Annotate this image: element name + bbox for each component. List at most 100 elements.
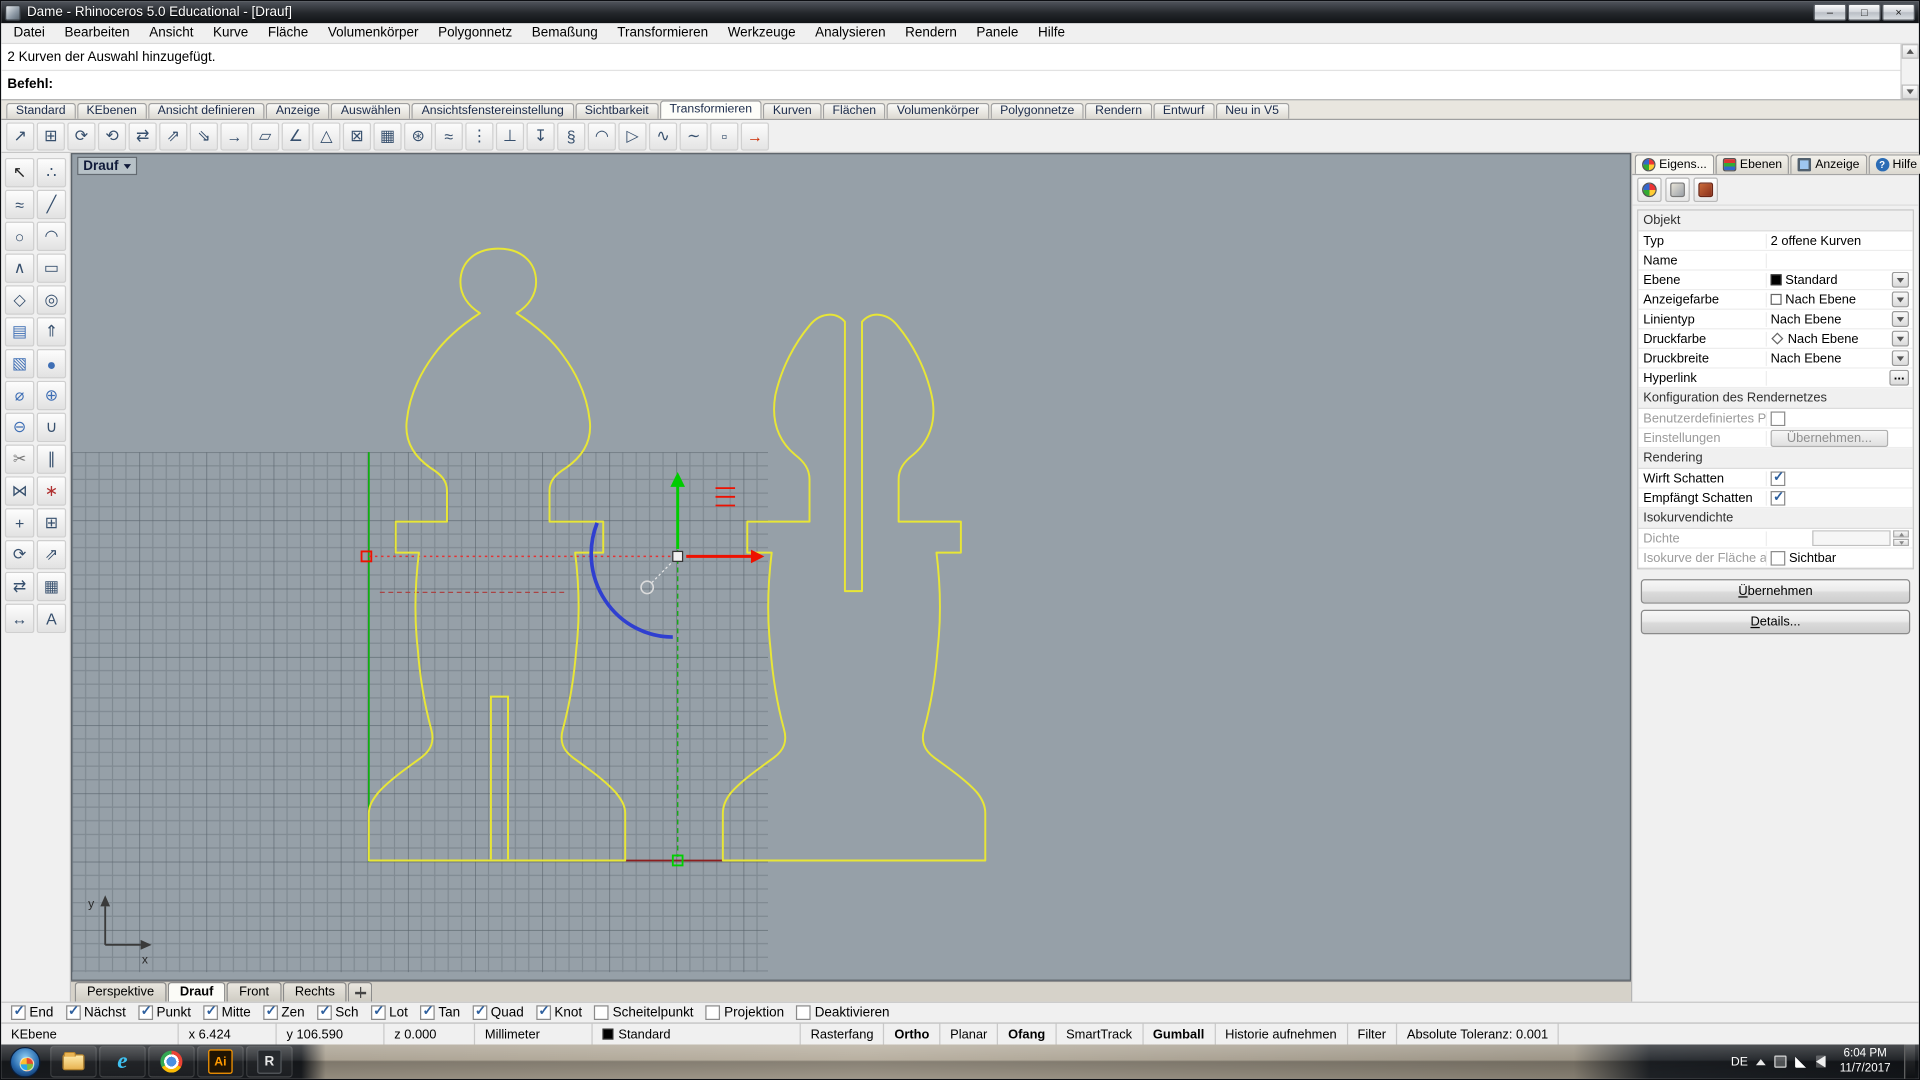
osnap-checkbox[interactable]	[66, 1005, 81, 1020]
language-indicator[interactable]: DE	[1731, 1055, 1748, 1068]
rotate-3d-icon[interactable]: ⟲	[98, 122, 126, 150]
mirror-icon[interactable]: ⇄	[5, 572, 34, 601]
boolean-union-icon[interactable]: ⊕	[37, 381, 66, 410]
uebernehmen-button[interactable]: Übernehmen	[1641, 579, 1910, 603]
toolbar-tab[interactable]: Auswählen	[331, 103, 410, 119]
shear-icon[interactable]: ▱	[251, 122, 279, 150]
new-viewport-button[interactable]	[348, 982, 372, 1002]
maximize-button[interactable]: □	[1848, 4, 1881, 21]
viewport-menu-icon[interactable]	[123, 163, 130, 168]
scale-2d-icon[interactable]: ⇘	[190, 122, 218, 150]
casts-shadows-checkbox[interactable]	[1771, 471, 1786, 486]
array-curve-icon[interactable]: ≈	[435, 122, 463, 150]
custom-mesh-checkbox[interactable]	[1771, 411, 1786, 426]
panel-tab[interactable]: Anzeige	[1791, 154, 1867, 174]
osnap-checkbox[interactable]	[594, 1005, 609, 1020]
start-button[interactable]	[10, 1046, 41, 1077]
menu-item[interactable]: Polygonnetz	[428, 24, 522, 41]
arc-icon[interactable]: ◠	[37, 222, 66, 251]
density-input[interactable]	[1812, 530, 1890, 546]
join-icon[interactable]: ⋈	[5, 476, 34, 505]
statusbar-pane[interactable]: Ortho	[885, 1024, 941, 1045]
statusbar-pane[interactable]: KEbene	[1, 1024, 179, 1045]
osnap-checkbox[interactable]	[371, 1005, 386, 1020]
density-stepper[interactable]	[1893, 530, 1909, 546]
statusbar-pane[interactable]: x 6.424	[179, 1024, 277, 1045]
surface-icon[interactable]: ▤	[5, 317, 34, 346]
menu-item[interactable]: Ansicht	[139, 24, 203, 41]
polyline-icon[interactable]: ∧	[5, 253, 34, 282]
viewport-tab[interactable]: Rechts	[283, 982, 348, 1002]
osnap-item[interactable]: Zen	[263, 1005, 305, 1020]
toolbar-tab[interactable]: Rendern	[1085, 103, 1152, 119]
extrude-icon[interactable]: ⇑	[37, 317, 66, 346]
volume-icon[interactable]	[1816, 1056, 1826, 1068]
statusbar-pane[interactable]: Millimeter	[475, 1024, 593, 1045]
osnap-item[interactable]: Tan	[420, 1005, 460, 1020]
toolbar-tab[interactable]: Entwurf	[1153, 103, 1214, 119]
statusbar-pane[interactable]: Standard	[593, 1024, 801, 1045]
array-icon[interactable]: ▦	[37, 572, 66, 601]
toolbar-tab[interactable]: Ansicht definieren	[148, 103, 265, 119]
menu-item[interactable]: Fläche	[258, 24, 318, 41]
toolbar-tab[interactable]: Ansichtsfenstereinstellung	[412, 103, 574, 119]
statusbar-pane[interactable]: Filter	[1348, 1024, 1397, 1045]
explode-icon[interactable]: ∗	[37, 476, 66, 505]
osnap-item[interactable]: Nächst	[66, 1005, 126, 1020]
statusbar-pane[interactable]: y 106.590	[277, 1024, 385, 1045]
minimize-button[interactable]: –	[1813, 4, 1846, 21]
chrome-icon[interactable]	[148, 1046, 195, 1078]
toolbar-tab[interactable]: KEbenen	[77, 103, 147, 119]
orient-icon[interactable]: ∠	[282, 122, 310, 150]
copy-icon[interactable]: ⊞	[37, 508, 66, 537]
scroll-down-icon[interactable]	[1902, 84, 1919, 99]
orient-surface-icon[interactable]: △	[312, 122, 340, 150]
osnap-item[interactable]: Deaktivieren	[796, 1005, 889, 1020]
pull-icon[interactable]: ↧	[527, 122, 555, 150]
sketch-icon[interactable]: ╱	[37, 190, 66, 219]
rotate-icon[interactable]: ⟳	[5, 540, 34, 569]
statusbar-pane[interactable]: SmartTrack	[1056, 1024, 1143, 1045]
statusbar-pane[interactable]: Absolute Toleranz: 0.001	[1397, 1024, 1559, 1045]
menu-item[interactable]: Transformieren	[608, 24, 718, 41]
menu-item[interactable]: Volumenkörper	[318, 24, 428, 41]
osnap-item[interactable]: Mitte	[203, 1005, 251, 1020]
toolbar-tab[interactable]: Flächen	[823, 103, 886, 119]
dropdown-icon[interactable]	[1892, 291, 1909, 307]
osnap-item[interactable]: Scheitelpunkt	[594, 1005, 693, 1020]
set-points-icon[interactable]: ⋮	[465, 122, 493, 150]
toolbar-tab[interactable]: Anzeige	[266, 103, 330, 119]
print-width-dropdown[interactable]: Nach Ebene	[1767, 350, 1913, 366]
command-prompt[interactable]: Befehl:	[1, 71, 1900, 99]
show-desktop-button[interactable]	[1904, 1044, 1915, 1078]
flow-icon[interactable]: ∿	[649, 122, 677, 150]
texture-mapping-icon[interactable]	[1693, 178, 1717, 202]
osnap-checkbox[interactable]	[706, 1005, 721, 1020]
sphere-icon[interactable]: ●	[37, 349, 66, 378]
rotate-icon[interactable]: ⟳	[67, 122, 95, 150]
menu-item[interactable]: Bearbeiten	[55, 24, 140, 41]
osnap-item[interactable]: Punkt	[138, 1005, 191, 1020]
rhino-app-icon[interactable]: R	[246, 1046, 293, 1078]
network-icon[interactable]	[1796, 1056, 1808, 1068]
menu-item[interactable]: Rendern	[895, 24, 966, 41]
scale-icon[interactable]: ⇗	[37, 540, 66, 569]
circle-icon[interactable]: ○	[5, 222, 34, 251]
illustrator-icon[interactable]: Ai	[197, 1046, 244, 1078]
rectangle-icon[interactable]: ▭	[37, 253, 66, 282]
trim-icon[interactable]: ✂	[5, 444, 34, 473]
material-icon[interactable]	[1665, 178, 1689, 202]
scale-1d-icon[interactable]: →	[220, 122, 248, 150]
explorer-icon[interactable]	[50, 1046, 97, 1078]
smooth-icon[interactable]: ∼	[680, 122, 708, 150]
menu-item[interactable]: Werkzeuge	[718, 24, 805, 41]
dropdown-icon[interactable]	[1892, 272, 1909, 288]
browse-button[interactable]: ...	[1889, 370, 1909, 386]
curve-icon[interactable]: ≈	[5, 190, 34, 219]
mesh-settings-button[interactable]: Übernehmen...	[1771, 429, 1889, 446]
display-color-dropdown[interactable]: Nach Ebene	[1767, 291, 1913, 307]
toolbar-tab[interactable]: Polygonnetze	[990, 103, 1084, 119]
menu-item[interactable]: Bemaßung	[522, 24, 607, 41]
close-button[interactable]: ×	[1882, 4, 1915, 21]
dimension-icon[interactable]: ↔	[5, 604, 34, 633]
